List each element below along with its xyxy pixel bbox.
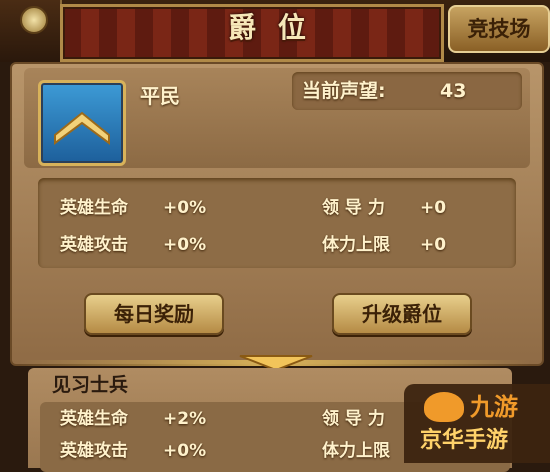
stat-value: +0: [420, 235, 447, 255]
daily-reward-button[interactable]: 每日奖励: [84, 293, 224, 335]
arena-button[interactable]: 竞技场: [448, 5, 550, 53]
page-title: 爵 位: [228, 11, 312, 44]
upgrade-rank-button[interactable]: 升级爵位: [332, 293, 472, 335]
stat-label: 领 导 力: [322, 409, 385, 429]
ornament-icon: [20, 6, 48, 34]
reputation-value: 43: [440, 80, 467, 102]
stat-label: 体力上限: [322, 441, 390, 461]
stat-value: +0%: [163, 441, 207, 461]
stat-label: 英雄生命: [60, 409, 128, 429]
stat-label: 英雄生命: [60, 198, 128, 218]
back-button[interactable]: [0, 0, 62, 62]
rank-badge-icon: [38, 80, 126, 166]
stat-value: +2%: [163, 409, 207, 429]
watermark-logo-text: 九游: [470, 393, 518, 421]
watermark-site-text: 京华手游: [420, 428, 509, 453]
stat-label: 体力上限: [322, 235, 390, 255]
reputation-label: 当前声望:: [302, 80, 386, 102]
next-rank-name: 见习士兵: [52, 374, 129, 396]
stat-label: 英雄攻击: [60, 235, 128, 255]
stat-value: +0%: [163, 235, 207, 255]
stat-label: 领 导 力: [322, 198, 385, 218]
stat-value: +0: [420, 198, 447, 218]
mascot-logo-icon: [424, 392, 464, 422]
stat-value: +0%: [163, 198, 207, 218]
chevron-up-icon: [54, 111, 110, 145]
current-rank-name: 平民: [140, 84, 180, 108]
stat-label: 英雄攻击: [60, 441, 128, 461]
